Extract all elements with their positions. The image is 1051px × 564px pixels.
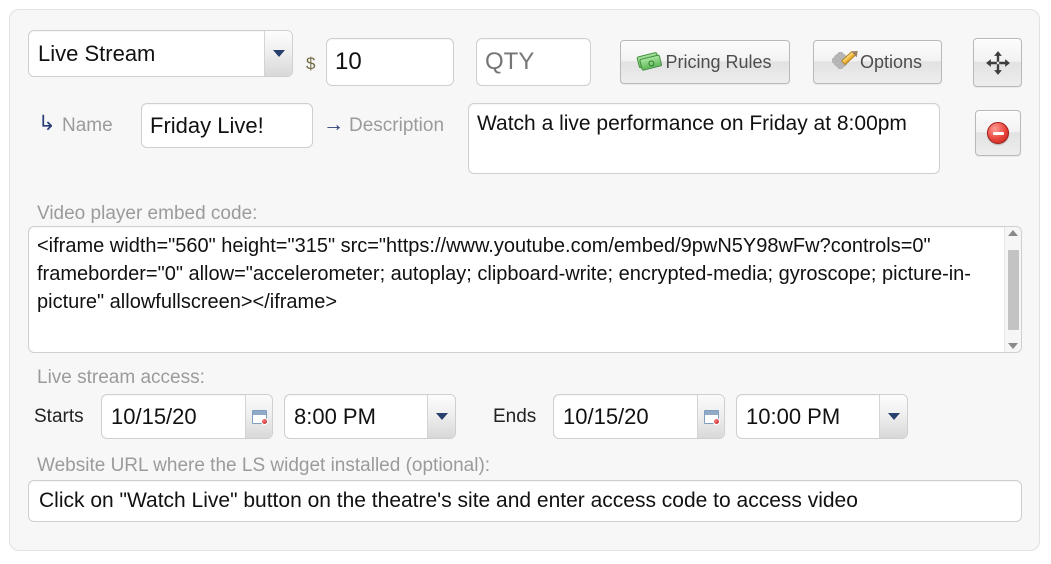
- delete-circle-icon: [987, 122, 1009, 144]
- pricing-rules-label: Pricing Rules: [665, 51, 772, 72]
- calendar-icon[interactable]: [245, 395, 272, 438]
- embed-code-scrollbar[interactable]: [1004, 227, 1021, 352]
- product-panel: Live Stream $ Pricing Rules Options: [9, 9, 1040, 551]
- move-arrows-icon: [985, 50, 1010, 75]
- money-icon: [636, 51, 663, 73]
- price-input[interactable]: [326, 38, 454, 86]
- ends-time-value: 10:00 PM: [746, 403, 841, 429]
- product-type-select[interactable]: Live Stream: [28, 30, 293, 77]
- move-handle-button[interactable]: [973, 38, 1022, 87]
- starts-label: Starts: [34, 406, 84, 427]
- scroll-down-arrow-icon[interactable]: [1008, 343, 1018, 349]
- options-button[interactable]: Options: [813, 40, 942, 84]
- chevron-down-icon[interactable]: [879, 395, 907, 438]
- description-textarea[interactable]: Watch a live performance on Friday at 8:…: [468, 103, 940, 174]
- description-label: Description: [349, 115, 445, 136]
- name-arrow-icon: ↳: [38, 112, 56, 135]
- ends-label: Ends: [493, 406, 537, 427]
- pricing-rules-button[interactable]: Pricing Rules: [620, 40, 790, 84]
- live-stream-access-label: Live stream access:: [37, 367, 205, 388]
- scroll-up-arrow-icon[interactable]: [1008, 230, 1018, 236]
- gear-pencil-icon: [831, 50, 857, 72]
- ends-date-value: 10/15/20: [563, 403, 649, 429]
- ends-date-picker[interactable]: 10/15/20: [553, 394, 725, 439]
- embed-code-textarea[interactable]: <iframe width="560" height="315" src="ht…: [28, 226, 1022, 353]
- name-input[interactable]: [141, 103, 313, 148]
- delete-product-button[interactable]: [975, 110, 1021, 156]
- name-label: Name: [62, 115, 113, 136]
- qty-input[interactable]: [476, 38, 591, 86]
- scrollbar-thumb[interactable]: [1007, 249, 1019, 330]
- starts-time-select[interactable]: 8:00 PM: [284, 394, 456, 439]
- website-url-label: Website URL where the LS widget installe…: [37, 455, 491, 476]
- product-type-value: Live Stream: [38, 40, 156, 66]
- ends-time-select[interactable]: 10:00 PM: [736, 394, 908, 439]
- calendar-icon[interactable]: [697, 395, 724, 438]
- description-arrow-icon: →: [323, 113, 344, 136]
- starts-time-value: 8:00 PM: [294, 403, 376, 429]
- website-url-input[interactable]: [28, 480, 1022, 522]
- live-stream-product-editor: Live Stream $ Pricing Rules Options: [0, 0, 1051, 564]
- starts-date-picker[interactable]: 10/15/20: [101, 394, 273, 439]
- embed-code-label: Video player embed code:: [37, 203, 258, 224]
- starts-date-value: 10/15/20: [111, 403, 197, 429]
- chevron-down-icon[interactable]: [264, 31, 292, 76]
- chevron-down-icon[interactable]: [427, 395, 455, 438]
- options-label: Options: [859, 51, 923, 72]
- currency-symbol: $: [306, 54, 316, 73]
